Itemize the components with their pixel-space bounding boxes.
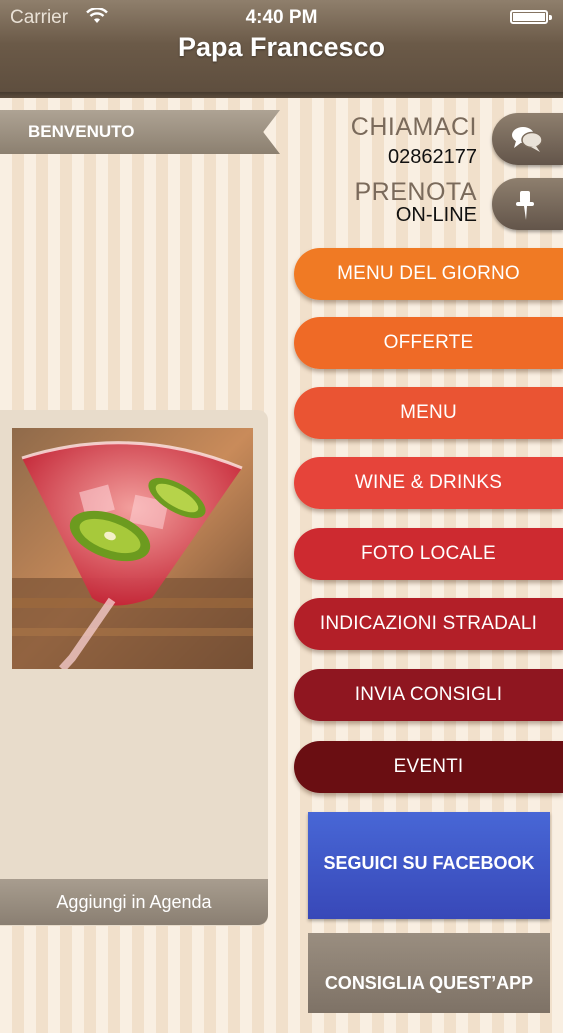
menu-button-invia-consigli[interactable]: INVIA CONSIGLI: [294, 669, 563, 721]
recommend-app-button[interactable]: CONSIGLIA QUEST’APP: [308, 933, 550, 1013]
booking-label: PRENOTA: [354, 178, 477, 206]
battery-icon: [510, 10, 552, 24]
add-to-calendar-button[interactable]: Aggiungi in Agenda: [0, 879, 268, 925]
call-label: CHIAMACI: [350, 113, 477, 141]
clock: 4:40 PM: [245, 7, 318, 28]
phone-number[interactable]: 02862177: [388, 146, 477, 169]
pushpin-icon: [516, 191, 534, 220]
menu-button-foto-locale[interactable]: FOTO LOCALE: [294, 528, 563, 580]
menu-button-wine-drinks[interactable]: WINE & DRINKS: [294, 457, 563, 509]
navigation-bar: Carrier 4:40 PM Papa Francesco: [0, 0, 563, 98]
cocktail-photo[interactable]: [12, 428, 253, 669]
page-title: Papa Francesco: [177, 32, 386, 62]
facebook-follow-button[interactable]: SEGUICI SU FACEBOOK: [308, 812, 550, 919]
book-online-button[interactable]: [492, 178, 563, 230]
menu-button-offerte[interactable]: OFFERTE: [294, 317, 563, 369]
welcome-banner: BENVENUTO: [0, 110, 280, 154]
menu-button-menu[interactable]: MENU: [294, 387, 563, 439]
menu-button-indicazioni-stradali[interactable]: INDICAZIONI STRADALI: [294, 598, 563, 650]
booking-subtitle: ON-LINE: [395, 204, 477, 226]
chat-bubbles-icon: [512, 127, 543, 152]
call-button[interactable]: [492, 113, 563, 165]
menu-button-menu-del-giorno[interactable]: MENU DEL GIORNO: [294, 248, 563, 300]
status-bar: Carrier 4:40 PM: [0, 0, 563, 36]
menu-button-eventi[interactable]: EVENTI: [294, 741, 563, 793]
